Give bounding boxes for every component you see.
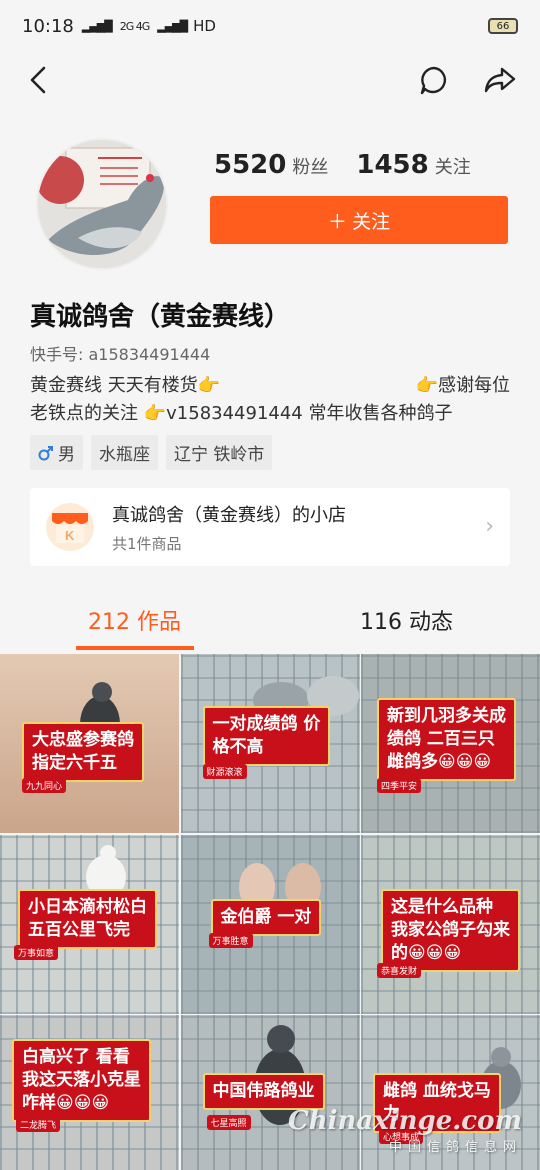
gender-label: 男 [58,445,75,465]
video-caption: 小日本滴村松白 五百公里飞完 [18,888,157,949]
top-bar [0,52,540,108]
battery-icon: 66 [488,18,518,34]
location-tag: 辽宁 铁岭市 [166,435,273,470]
network-type: 2G 4G [119,19,151,33]
video-thumbnail[interactable]: 大忠盛参赛鸽 指定六千五 九九同心 [0,654,179,833]
follow-button[interactable]: ＋ 关注 [210,196,508,244]
watermark-cn: 中国信鸽信息网 [388,1140,522,1155]
tab-moments[interactable]: 116 动态 [360,604,453,636]
video-thumbnail[interactable]: 小日本滴村松白 五百公里飞完 万事如意 [0,834,179,1014]
profile-name: 真诚鸽舍（黄金赛线） [30,302,291,332]
video-thumbnail[interactable]: 白高兴了 看看 我这天落小克星 咋样😀😀😀 二龙腾飞 [0,1015,179,1170]
zodiac-tag: 水瓶座 [91,435,158,470]
avatar[interactable] [36,138,168,270]
active-tab-indicator [76,646,194,650]
male-icon [38,445,53,460]
video-thumbnail[interactable]: 新到几羽多关成 绩鸽 二百三只 雌鸽多😀😀😀 四季平安 [361,654,540,833]
tab-works[interactable]: 212 作品 [88,604,181,636]
shop-logo-icon: K [46,503,94,551]
video-caption: 一对成绩鸽 价格不高 [202,706,331,766]
site-watermark: Chinaxinge.com 中国信鸽信息网 [288,1106,522,1155]
signal-icon-2: ▂▄▆█ [157,19,188,33]
profile-tags: 男 水瓶座 辽宁 铁岭市 [30,435,273,470]
video-caption: 金伯爵 一对 [210,898,322,936]
profile-stats: 5520 粉丝 1458 关注 [214,150,471,180]
video-thumbnail[interactable]: 金伯爵 一对 万事胜意 [180,834,360,1014]
gender-tag: 男 [30,435,83,470]
share-arrow-icon [484,67,516,93]
following-label: 关注 [434,157,471,178]
video-author: 四季平安 [377,778,422,793]
video-grid: 大忠盛参赛鸽 指定六千五 九九同心 一对成绩鸽 价格不高 财源滚滚 新到几羽多关成… [0,654,540,1170]
video-author: 恭喜发财 [377,962,422,978]
video-caption: 大忠盛参赛鸽 指定六千五 [22,722,144,782]
signal-icon: ▂▄▆█ [81,19,113,33]
video-author: 财源滚滚 [202,764,247,779]
message-button[interactable] [414,60,454,100]
content-tabs: 212 作品 116 动态 [0,594,540,650]
video-caption: 这是什么品种 我家公鸽子勾来 的😀😀😀 [381,888,520,972]
hd-indicator: HD [193,17,216,35]
location-label: 辽宁 铁岭市 [174,445,265,465]
video-thumbnail[interactable]: 这是什么品种 我家公鸽子勾来 的😀😀😀 恭喜发财 [361,834,540,1014]
zodiac-label: 水瓶座 [99,445,150,465]
following-count: 1458 [356,150,429,180]
shop-title: 真诚鸽舍（黄金赛线）的小店 [112,504,346,526]
following-stat[interactable]: 1458 关注 [356,150,470,180]
shop-text: 真诚鸽舍（黄金赛线）的小店 共1件商品 [112,501,346,554]
video-caption: 白高兴了 看看 我这天落小克星 咋样😀😀😀 [12,1039,151,1122]
share-button[interactable] [480,60,520,100]
video-author: 万事胜意 [208,932,253,948]
status-time: 10:18 [22,15,74,37]
kuaishou-id: 快手号: a15834491444 [30,345,211,364]
video-author: 万事如意 [14,944,59,960]
watermark-en: Chinaxinge.com [288,1106,522,1136]
back-button[interactable] [18,60,58,100]
followers-stat[interactable]: 5520 粉丝 [214,150,328,180]
shop-subtitle: 共1件商品 [112,534,182,553]
followers-count: 5520 [214,150,287,180]
status-bar: 10:18 ▂▄▆█ 2G 4G ▂▄▆█ HD 66 [0,0,540,52]
bio-line-1-left: 黄金赛线 天天有楼货👉 [30,375,221,396]
video-author: 二龙腾飞 [16,1117,61,1132]
video-thumbnail[interactable]: 一对成绩鸽 价格不高 财源滚滚 [180,654,360,833]
video-caption: 中国伟路鸽业 [202,1073,325,1110]
chat-bubble-icon [420,66,447,95]
video-author: 九九同心 [22,778,67,793]
video-caption: 新到几羽多关成 绩鸽 二百三只 雌鸽多😀😀😀 [377,698,516,781]
pigeon-avatar-image [38,140,166,268]
chevron-right-icon: › [485,514,494,539]
back-arrow-icon [30,66,46,94]
svg-text:K: K [65,528,75,543]
bio-line-2: 老铁点的关注 👉v15834491444 常年收售各种鸽子 [30,403,453,424]
video-author: 七星高照 [206,1115,251,1130]
bio-line-1-right: 👉感谢每位 [415,375,510,396]
followers-label: 粉丝 [292,157,329,178]
profile-bio: 黄金赛线 天天有楼货👉 👉感谢每位 老铁点的关注 👉v15834491444 常… [30,372,510,428]
shop-card[interactable]: K 真诚鸽舍（黄金赛线）的小店 共1件商品 › [30,488,510,566]
